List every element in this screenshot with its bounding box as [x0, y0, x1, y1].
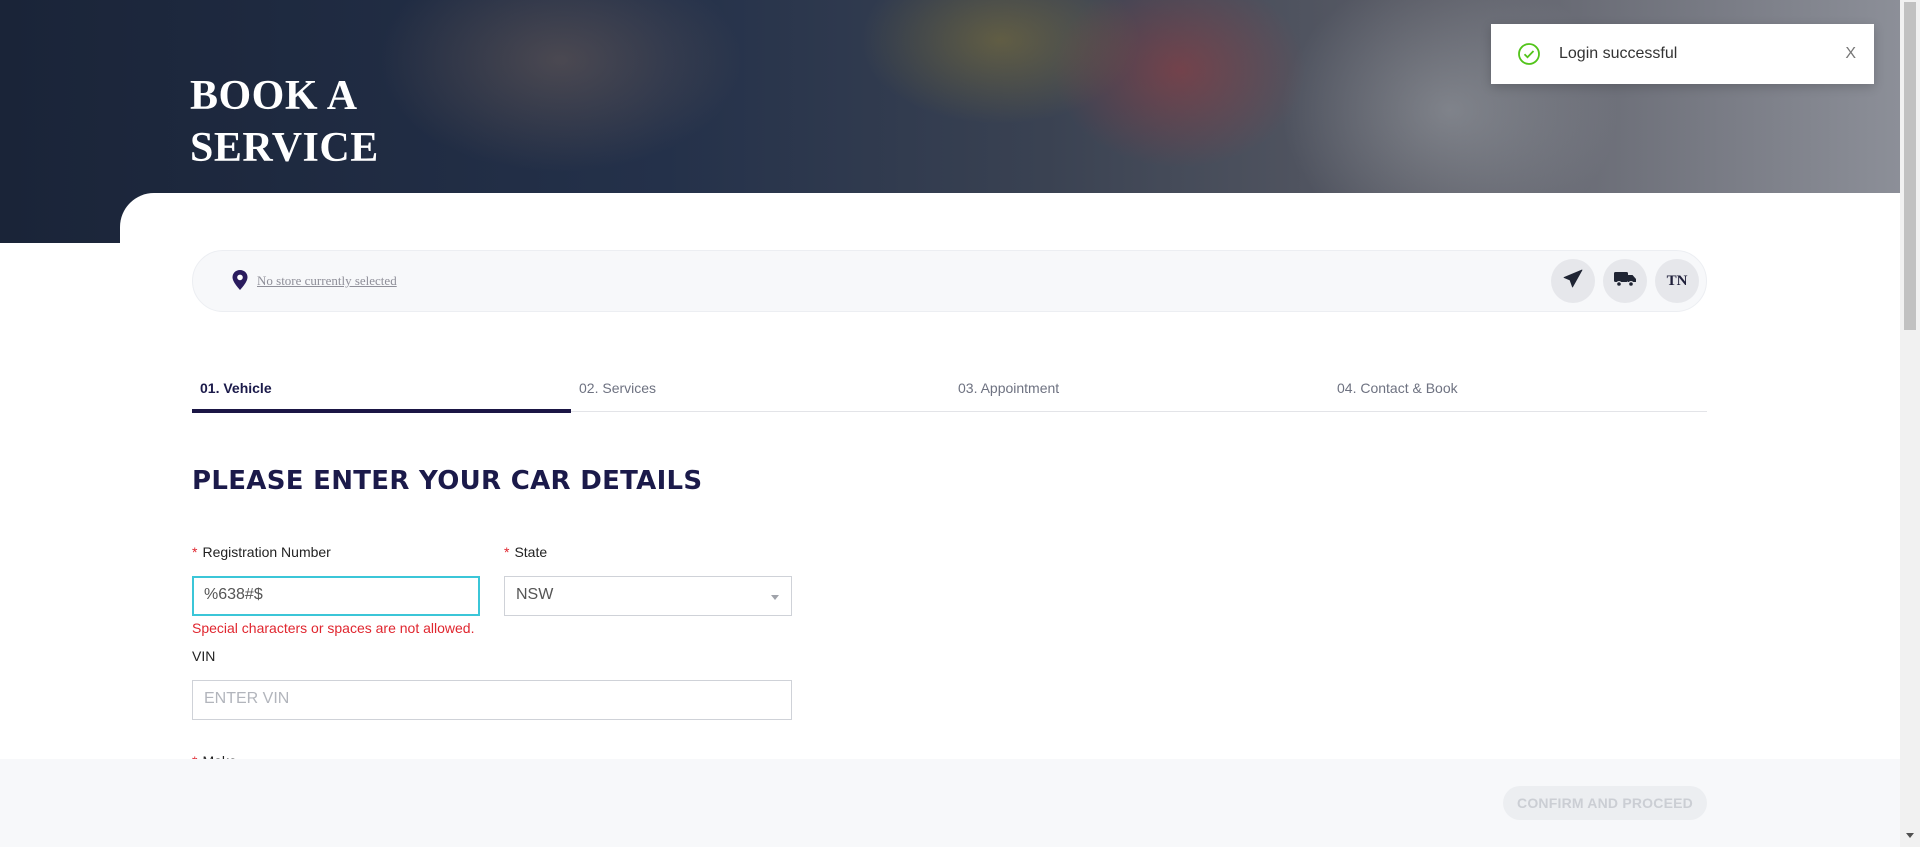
close-icon[interactable]: X — [1845, 45, 1856, 63]
scroll-down-arrow-icon[interactable] — [1906, 833, 1914, 838]
registration-input[interactable]: %638#$ — [192, 576, 480, 616]
store-select-link[interactable]: No store currently selected — [257, 273, 397, 289]
registration-error: Special characters or spaces are not all… — [192, 620, 475, 636]
truck-icon — [1613, 270, 1637, 293]
scrollbar[interactable] — [1900, 0, 1920, 847]
required-marker: * — [504, 544, 510, 560]
state-label-text: State — [514, 544, 548, 560]
avatar-initials: TN — [1666, 272, 1688, 289]
step-tabs: 01. Vehicle 02. Services 03. Appointment… — [192, 380, 1708, 413]
toast-message: Login successful — [1559, 45, 1678, 62]
vin-label: VIN — [192, 648, 216, 664]
registration-label: * Registration Number — [192, 544, 331, 560]
scrollbar-thumb[interactable] — [1904, 2, 1916, 330]
paper-plane-icon — [1563, 269, 1583, 294]
tab-vehicle[interactable]: 01. Vehicle — [192, 380, 571, 413]
tab-appointment[interactable]: 03. Appointment — [950, 380, 1329, 412]
confirm-proceed-button[interactable]: CONFIRM AND PROCEED — [1503, 786, 1707, 820]
toast-notification: Login successful X — [1491, 24, 1874, 84]
tab-contact-book[interactable]: 04. Contact & Book — [1329, 380, 1708, 412]
check-circle-icon — [1517, 42, 1541, 66]
send-button[interactable] — [1551, 259, 1595, 303]
page-title: BOOK A SERVICE — [190, 73, 379, 171]
tab-services[interactable]: 02. Services — [571, 380, 950, 412]
state-label: * State — [504, 544, 547, 560]
chevron-down-icon — [771, 595, 779, 600]
location-pin-icon — [231, 269, 249, 291]
registration-label-text: Registration Number — [202, 544, 331, 560]
state-select[interactable]: NSW — [504, 576, 792, 616]
vin-input[interactable]: ENTER VIN — [192, 680, 792, 720]
delivery-button[interactable] — [1603, 259, 1647, 303]
state-value: NSW — [516, 586, 554, 603]
store-selector-bar: No store currently selected TN — [192, 250, 1707, 312]
form-heading: PLEASE ENTER YOUR CAR DETAILS — [192, 466, 703, 496]
user-avatar[interactable]: TN — [1655, 259, 1699, 303]
required-marker: * — [192, 544, 198, 560]
